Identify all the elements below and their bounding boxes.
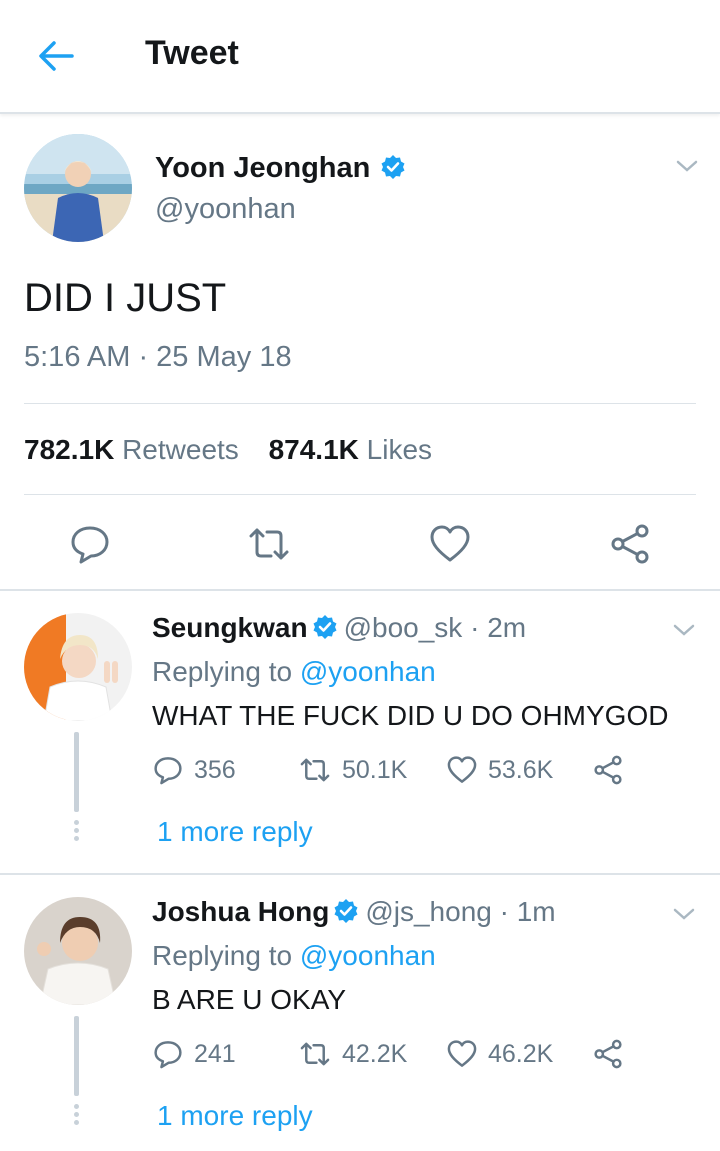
- divider: [24, 494, 696, 495]
- author-name-line[interactable]: Yoon Jeonghan: [155, 152, 412, 185]
- more-replies-link[interactable]: 1 more reply: [157, 1100, 313, 1132]
- chevron-down-icon[interactable]: [672, 906, 696, 922]
- verified-badge-icon: [380, 154, 406, 180]
- thread-dots: [74, 1104, 79, 1128]
- reply-count: 241: [194, 1039, 236, 1068]
- like-icon: [446, 754, 478, 786]
- retweet-button[interactable]: 50.1K: [298, 754, 407, 786]
- section-divider: [0, 873, 720, 875]
- verified-badge-icon: [312, 614, 338, 640]
- reply-icon: [152, 1038, 184, 1070]
- reply-handle-time: @js_hong · 1m: [365, 896, 556, 927]
- reply-text: B ARE U OKAY: [152, 984, 346, 1015]
- replying-to-mention[interactable]: @yoonhan: [300, 656, 436, 687]
- like-button[interactable]: 53.6K: [446, 754, 553, 786]
- like-icon: [446, 1038, 478, 1070]
- like-count: 53.6K: [488, 755, 554, 784]
- share-icon[interactable]: [608, 522, 652, 566]
- reply-header: Joshua Hong @js_hong · 1m: [152, 896, 556, 928]
- reply-button[interactable]: 356: [152, 754, 236, 786]
- page-title: Tweet: [145, 34, 239, 72]
- replying-to-mention[interactable]: @yoonhan: [300, 940, 436, 971]
- likes-label: Likes: [366, 434, 433, 465]
- chevron-down-icon[interactable]: [675, 158, 699, 174]
- thread-line: [74, 732, 79, 812]
- reply-button[interactable]: 241: [152, 1038, 236, 1070]
- retweet-icon[interactable]: [247, 522, 291, 566]
- retweets-label: Retweets: [122, 434, 239, 465]
- replying-to-label: Replying to: [152, 940, 293, 971]
- reply-text: WHAT THE FUCK DID U DO OHMYGOD: [152, 700, 669, 731]
- author-name: Yoon Jeonghan: [155, 152, 371, 184]
- more-replies-link[interactable]: 1 more reply: [157, 816, 313, 848]
- reply-avatar[interactable]: [24, 613, 132, 721]
- retweets-count: 782.1K: [24, 434, 115, 465]
- chevron-down-icon[interactable]: [672, 622, 696, 638]
- author-handle[interactable]: @yoonhan: [155, 193, 296, 226]
- like-button[interactable]: 46.2K: [446, 1038, 553, 1070]
- reply-icon: [152, 754, 184, 786]
- reply-handle-time: @boo_sk · 2m: [343, 612, 527, 643]
- retweet-button[interactable]: 42.2K: [298, 1038, 407, 1070]
- verified-badge-icon: [333, 898, 359, 924]
- retweet-count: 42.2K: [342, 1039, 408, 1068]
- retweet-icon: [298, 1038, 332, 1070]
- share-icon: [592, 1038, 624, 1070]
- back-arrow-icon[interactable]: [36, 38, 76, 74]
- retweet-count: 50.1K: [342, 755, 408, 784]
- likes-stat[interactable]: 874.1K Likes: [269, 434, 432, 465]
- tweet-text: DID I JUST: [24, 276, 227, 320]
- retweet-icon: [298, 754, 332, 786]
- app-header: Tweet: [0, 0, 720, 114]
- retweets-stat[interactable]: 782.1K Retweets: [24, 434, 239, 465]
- replying-to-label: Replying to: [152, 656, 293, 687]
- reply-count: 356: [194, 755, 236, 784]
- divider: [24, 403, 696, 404]
- replying-to: Replying to @yoonhan: [152, 940, 436, 972]
- likes-count: 874.1K: [268, 434, 359, 465]
- thread-line: [74, 1016, 79, 1096]
- author-avatar[interactable]: [24, 134, 132, 242]
- reply-author-name[interactable]: Seungkwan: [152, 612, 308, 643]
- section-divider: [0, 589, 720, 591]
- share-button[interactable]: [592, 1038, 624, 1070]
- replying-to: Replying to @yoonhan: [152, 656, 436, 688]
- like-count: 46.2K: [488, 1039, 554, 1068]
- reply-author-name[interactable]: Joshua Hong: [152, 896, 329, 927]
- share-icon: [592, 754, 624, 786]
- reply-icon[interactable]: [68, 522, 112, 566]
- thread-dots: [74, 820, 79, 844]
- reply-avatar[interactable]: [24, 897, 132, 1005]
- tweet-stats: 782.1K Retweets 874.1K Likes: [24, 434, 432, 466]
- reply-header: Seungkwan @boo_sk · 2m: [152, 612, 526, 644]
- like-icon[interactable]: [428, 522, 472, 566]
- share-button[interactable]: [592, 754, 624, 786]
- tweet-timestamp: 5:16 AM · 25 May 18: [24, 341, 292, 373]
